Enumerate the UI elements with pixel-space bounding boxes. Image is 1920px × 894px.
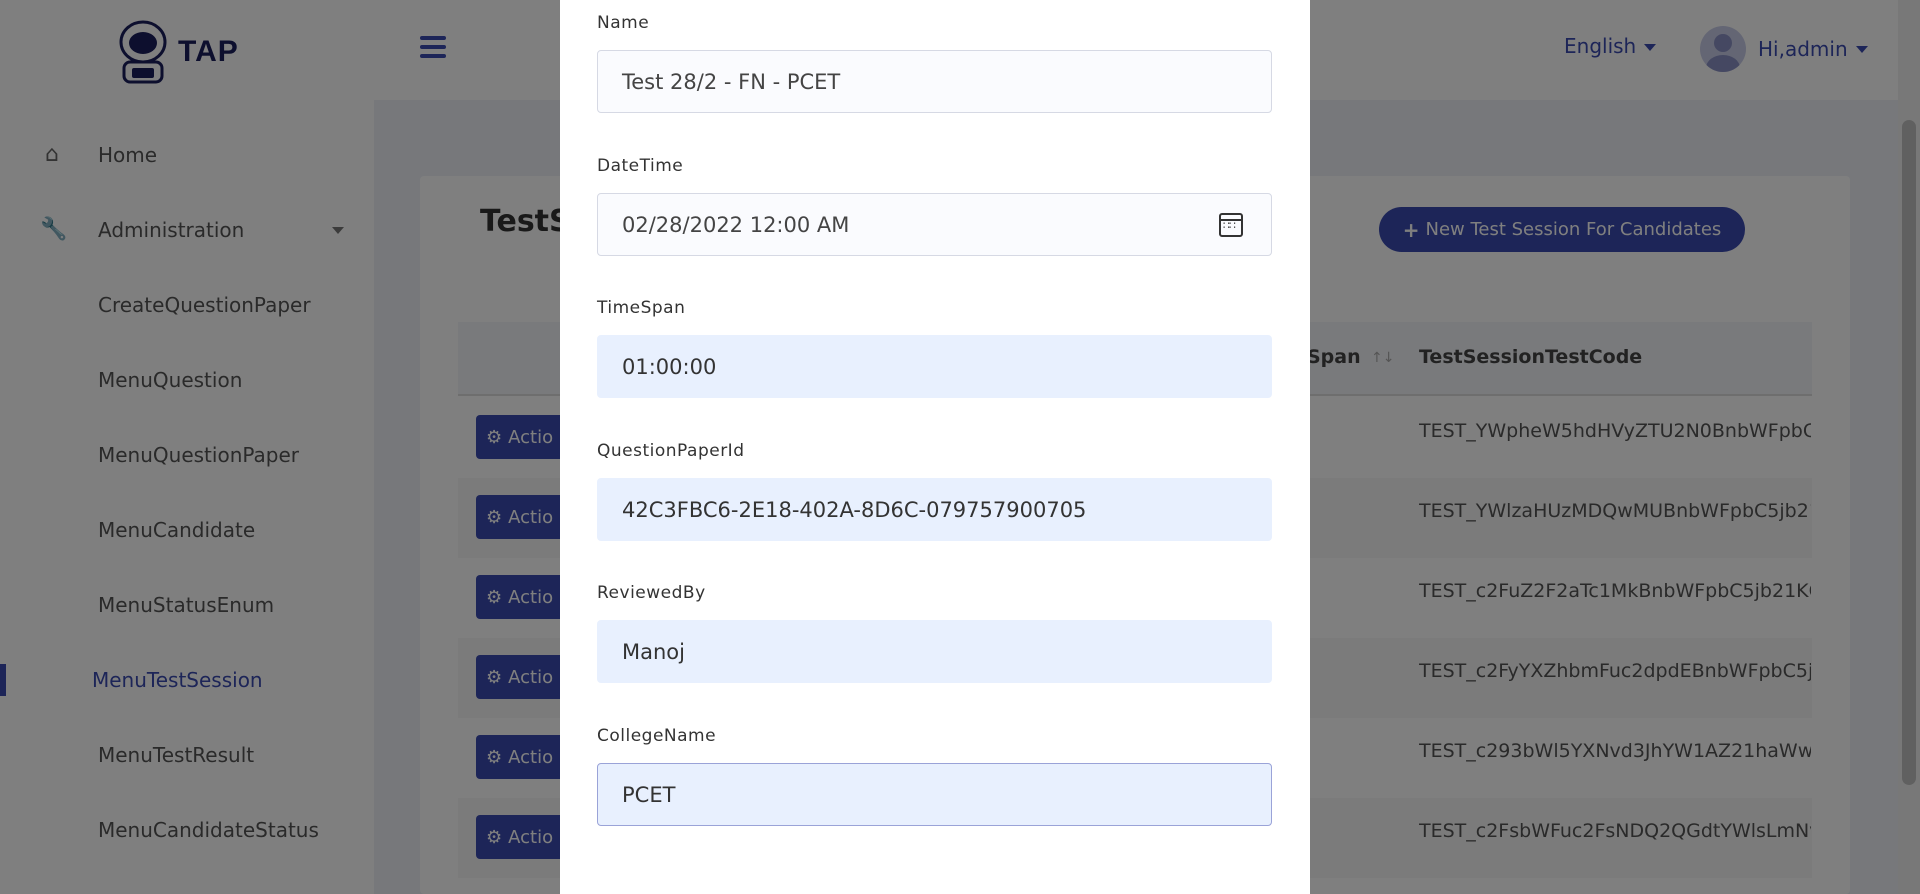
datetime-field[interactable]: 02/28/2022 12:00 AM bbox=[597, 193, 1272, 256]
datetime-label: DateTime bbox=[597, 156, 684, 176]
calendar-icon[interactable] bbox=[1219, 213, 1243, 237]
timespan-label: TimeSpan bbox=[597, 298, 686, 318]
reviewedby-value: Manoj bbox=[622, 639, 685, 664]
name-label: Name bbox=[597, 13, 650, 33]
collegename-field[interactable]: PCET bbox=[597, 763, 1272, 826]
questionpaperid-field[interactable]: 42C3FBC6-2E18-402A-8D6C-079757900705 bbox=[597, 478, 1272, 541]
name-value: Test 28/2 - FN - PCET bbox=[622, 69, 841, 94]
datetime-value: 02/28/2022 12:00 AM bbox=[622, 212, 850, 237]
collegename-label: CollegeName bbox=[597, 726, 717, 746]
reviewedby-field[interactable]: Manoj bbox=[597, 620, 1272, 683]
timespan-field[interactable]: 01:00:00 bbox=[597, 335, 1272, 398]
name-field[interactable]: Test 28/2 - FN - PCET bbox=[597, 50, 1272, 113]
reviewedby-label: ReviewedBy bbox=[597, 583, 706, 603]
questionpaperid-label: QuestionPaperId bbox=[597, 441, 745, 461]
questionpaperid-value: 42C3FBC6-2E18-402A-8D6C-079757900705 bbox=[622, 497, 1087, 522]
timespan-value: 01:00:00 bbox=[622, 354, 717, 379]
collegename-value: PCET bbox=[622, 782, 676, 807]
